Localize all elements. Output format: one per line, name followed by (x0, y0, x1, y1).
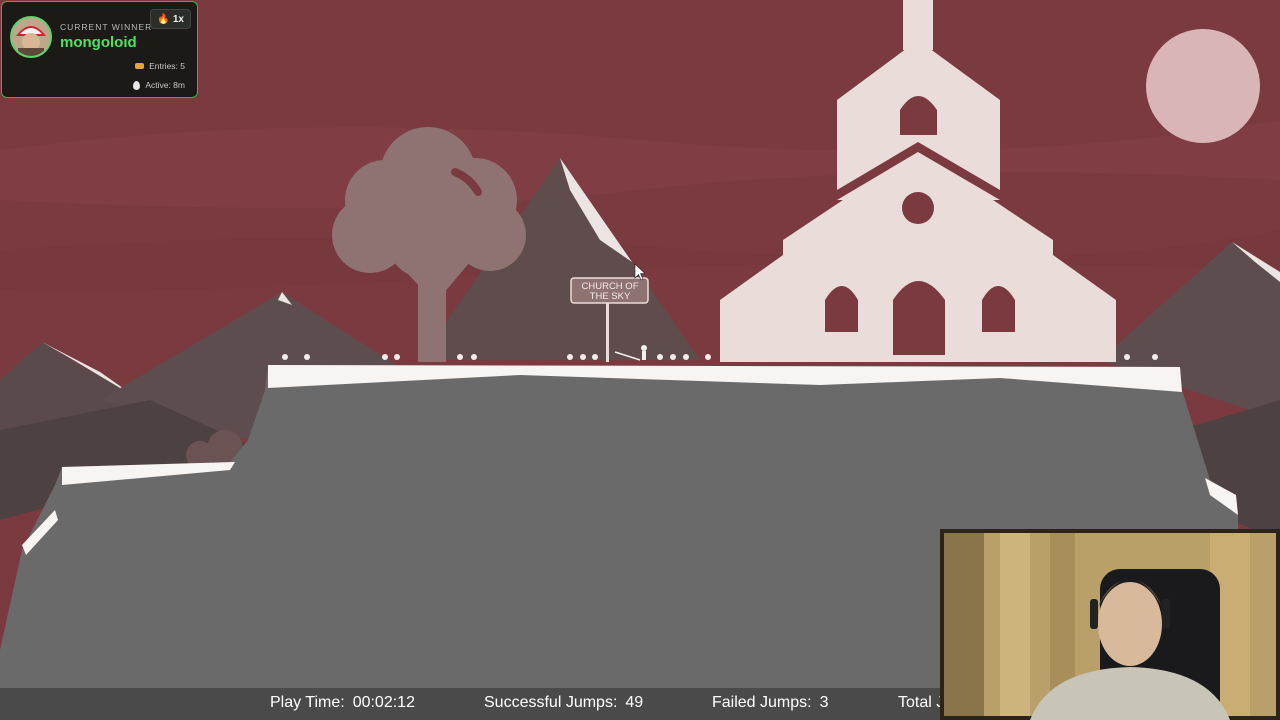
active-text: Active: 8m (145, 80, 185, 90)
failed-jumps-label: Failed Jumps: (712, 694, 812, 711)
total-jumps-label: Total J (898, 694, 945, 711)
winner-label: CURRENT WINNER (60, 22, 153, 32)
successful-jumps-label: Successful Jumps: (484, 694, 618, 711)
drop-icon (133, 80, 141, 90)
moon (1146, 29, 1260, 143)
entries-text: Entries: 5 (149, 61, 185, 71)
active-line: Active: 8m (133, 80, 185, 90)
avatar (10, 16, 52, 58)
failed-jumps-stat: Failed Jumps: 3 (712, 694, 829, 712)
play-time-stat: Play Time: 00:02:12 (270, 694, 415, 712)
current-winner-card: CURRENT WINNER mongoloid 🔥 1x Entries: 5… (1, 1, 198, 98)
streak-badge: 🔥 1x (150, 9, 191, 29)
successful-jumps-value: 49 (625, 694, 644, 711)
successful-jumps-stat: Successful Jumps: 49 (484, 694, 643, 712)
streak-multiplier: 1x (172, 13, 184, 25)
total-jumps-stat: Total J (898, 694, 944, 712)
winner-name: mongoloid (60, 34, 137, 51)
flame-icon: 🔥 (157, 13, 170, 25)
ticket-icon (135, 63, 145, 69)
failed-jumps-value: 3 (819, 694, 829, 711)
play-time-value: 00:02:12 (352, 694, 415, 711)
webcam-feed (940, 529, 1280, 720)
play-time-label: Play Time: (270, 694, 345, 711)
sign-text-line2: THE SKY (590, 291, 631, 302)
entries-line: Entries: 5 (135, 61, 185, 71)
